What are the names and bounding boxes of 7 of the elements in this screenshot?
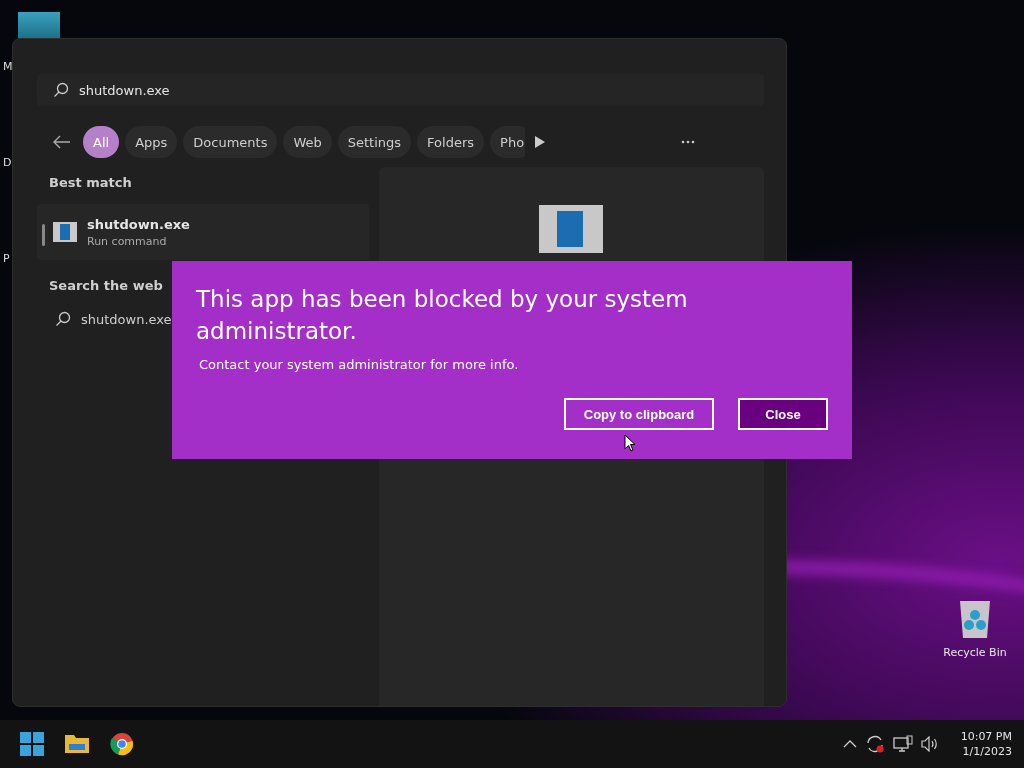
search-query: shutdown.exe	[79, 82, 170, 98]
result-title: shutdown.exe	[87, 216, 190, 232]
section-heading: Best match	[49, 175, 133, 190]
section-heading: Search the web	[49, 278, 164, 293]
result-subtitle: Run command	[87, 234, 168, 248]
dialog-title: This app has been blocked by your system administrator.	[196, 285, 689, 346]
dialog-message: Contact your system administrator for more info.	[199, 357, 520, 372]
